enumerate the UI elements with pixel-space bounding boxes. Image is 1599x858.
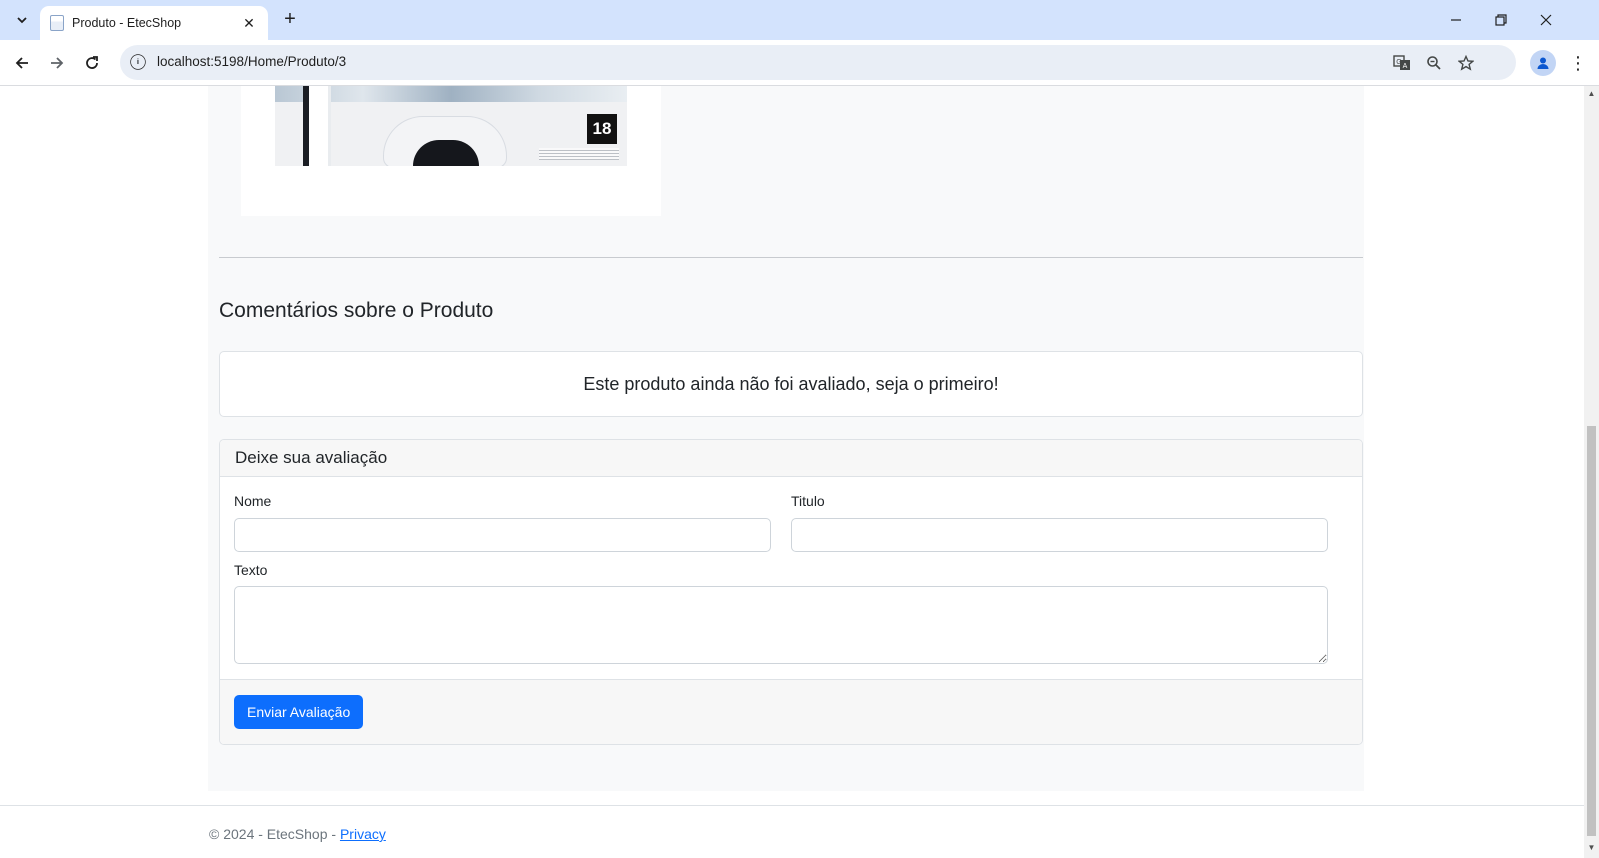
reload-icon[interactable] xyxy=(77,48,107,78)
page-favicon-icon xyxy=(50,15,64,31)
submit-review-button[interactable]: Enviar Avaliação xyxy=(234,695,364,729)
scroll-up-arrow-icon[interactable]: ▲ xyxy=(1587,89,1596,98)
site-info-icon[interactable]: i xyxy=(130,54,146,70)
review-form-footer: Enviar Avaliação xyxy=(220,679,1362,744)
privacy-link[interactable]: Privacy xyxy=(340,826,386,842)
product-image: 18 xyxy=(275,86,627,166)
title-input[interactable] xyxy=(791,518,1328,552)
review-form-header: Deixe sua avaliação xyxy=(220,440,1362,477)
section-divider xyxy=(219,257,1363,258)
tab-title: Produto - EtecShop xyxy=(72,16,182,30)
profile-avatar-icon[interactable] xyxy=(1530,50,1556,76)
text-label: Texto xyxy=(234,562,268,578)
browser-toolbar: i localhost:5198/Home/Produto/3 AG ⋮ xyxy=(0,40,1599,86)
tab-search-chevron-icon[interactable] xyxy=(8,6,36,34)
tab-close-icon[interactable]: ✕ xyxy=(240,15,258,32)
new-tab-plus-icon[interactable]: + xyxy=(278,8,302,32)
svg-text:G: G xyxy=(1396,59,1401,66)
page-viewport: 18 Comentários sobre o Produto Este prod… xyxy=(0,86,1584,858)
scroll-down-arrow-icon[interactable]: ▼ xyxy=(1587,843,1596,852)
svg-text:A: A xyxy=(1403,63,1408,70)
restore-icon[interactable] xyxy=(1479,0,1523,40)
copyright-text: © 2024 - EtecShop - xyxy=(209,826,340,842)
browser-tabstrip: Produto - EtecShop ✕ + xyxy=(0,0,1599,40)
page-footer: © 2024 - EtecShop - Privacy xyxy=(0,805,1584,858)
back-arrow-icon[interactable] xyxy=(7,48,37,78)
zoom-icon[interactable] xyxy=(1422,51,1446,75)
no-reviews-card: Este produto ainda não foi avaliado, sej… xyxy=(219,351,1363,417)
comments-heading: Comentários sobre o Produto xyxy=(219,299,494,322)
window-close-icon[interactable] xyxy=(1524,0,1568,40)
minimize-icon[interactable] xyxy=(1434,0,1478,40)
title-label: Titulo xyxy=(791,493,825,509)
name-label: Nome xyxy=(234,493,272,509)
page-scrollbar[interactable]: ▲ ▼ xyxy=(1584,86,1599,858)
no-reviews-message: Este produto ainda não foi avaliado, sej… xyxy=(583,373,999,394)
scrollbar-thumb[interactable] xyxy=(1587,426,1596,836)
browser-tab[interactable]: Produto - EtecShop ✕ xyxy=(40,6,268,40)
name-input[interactable] xyxy=(234,518,771,552)
forward-arrow-icon[interactable] xyxy=(42,48,72,78)
product-image-card: 18 xyxy=(241,86,661,216)
main-content: 18 Comentários sobre o Produto Este prod… xyxy=(208,86,1364,791)
footer-text: © 2024 - EtecShop - Privacy xyxy=(209,826,386,842)
url-text[interactable]: localhost:5198/Home/Produto/3 xyxy=(157,54,346,69)
review-form-card: Deixe sua avaliação Nome Titulo Texto En… xyxy=(219,439,1363,745)
bookmark-star-icon[interactable] xyxy=(1454,51,1478,75)
address-bar[interactable]: i localhost:5198/Home/Produto/3 AG xyxy=(120,45,1516,80)
browser-menu-icon[interactable]: ⋮ xyxy=(1568,50,1588,76)
age-rating-badge: 18 xyxy=(587,114,617,144)
review-text-area[interactable] xyxy=(234,586,1328,664)
translate-icon[interactable]: AG xyxy=(1390,51,1414,75)
